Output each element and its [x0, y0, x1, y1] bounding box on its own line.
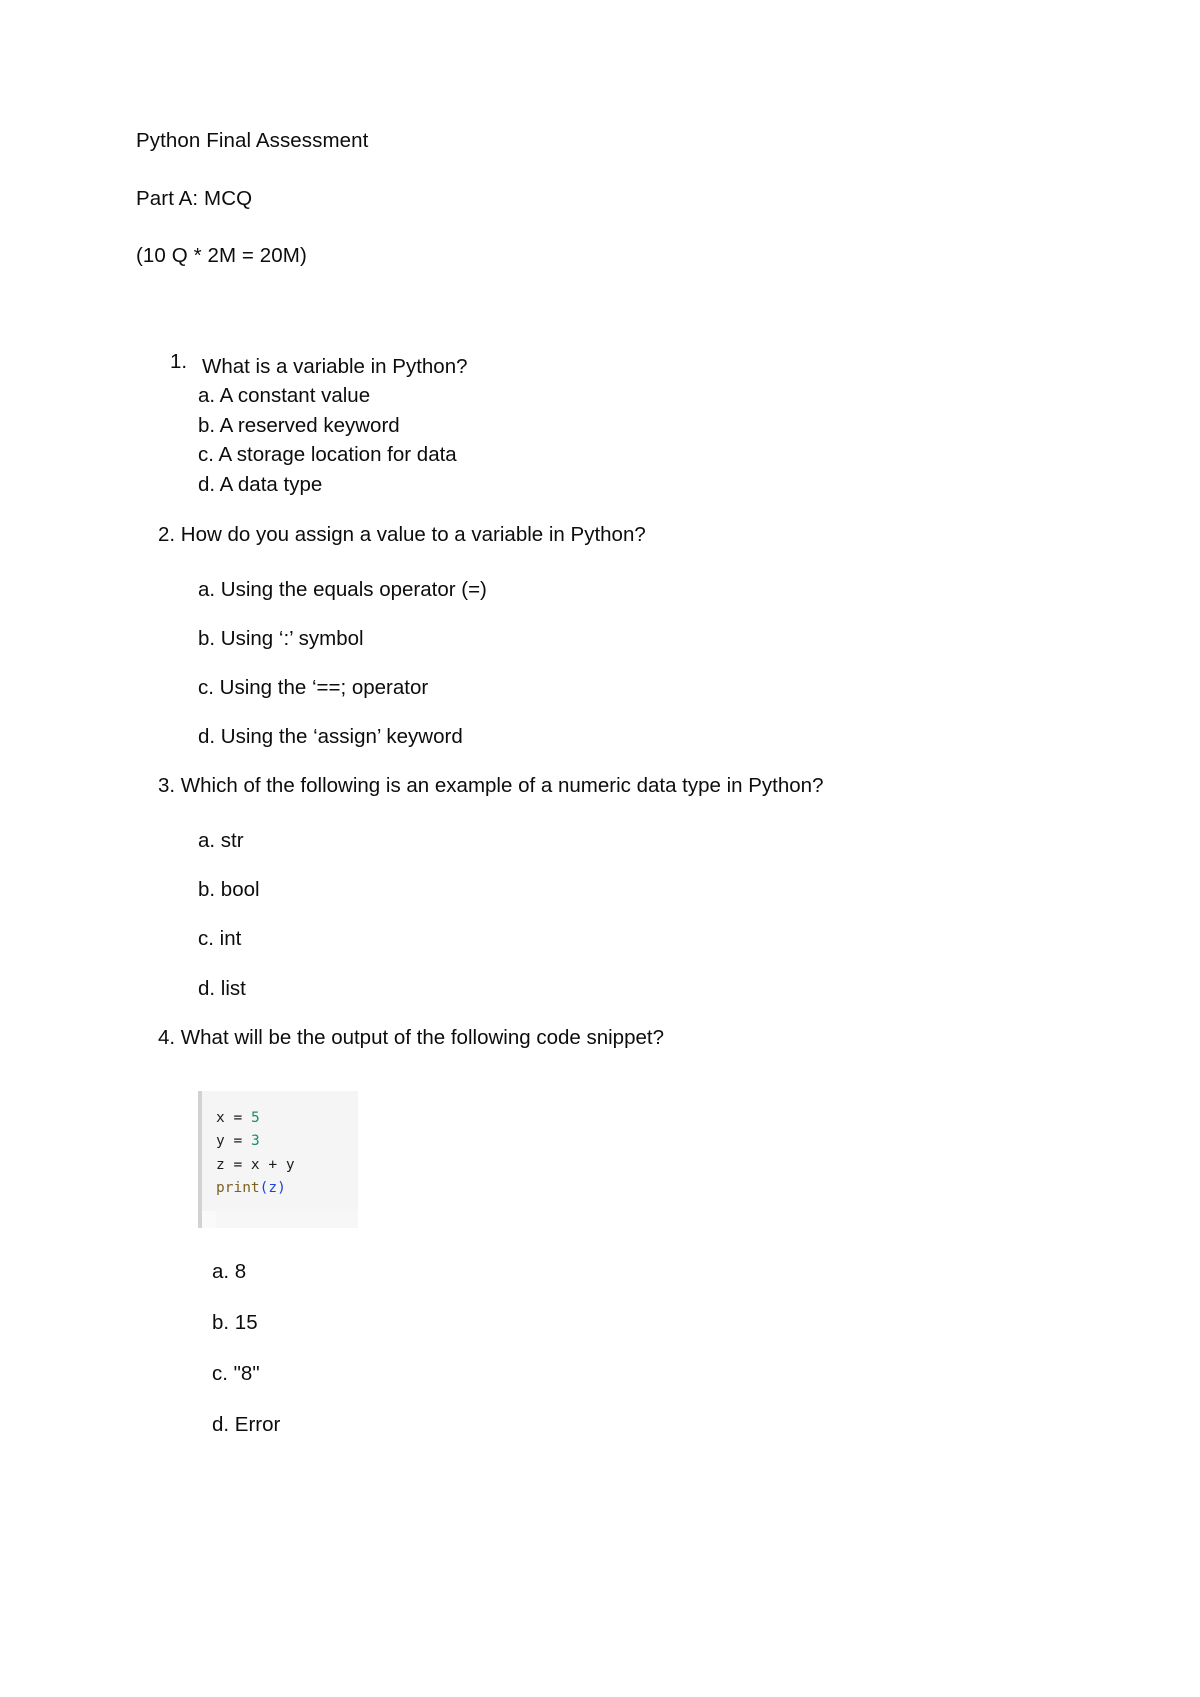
question-3-options: a. str b. bool c. int d. list [136, 805, 1060, 1001]
code-token-paren-close: ) [277, 1180, 286, 1197]
question-3-option-c: c. int [198, 927, 242, 951]
question-2-options: a. Using the equals operator (=) b. Usin… [136, 554, 1060, 750]
question-4-option-b: b. 15 [212, 1310, 258, 1334]
code-token-expression-z: z = x + y [216, 1156, 295, 1173]
code-token-assign-1: = [224, 1109, 251, 1126]
code-snippet: x = 5 y = 3 z = x + y print(z) [198, 1090, 358, 1228]
question-2-option-b: b. Using ‘:’ symbol [198, 627, 364, 651]
question-3-option-b: b. bool [198, 878, 260, 902]
question-2-block: 2. How do you assign a value to a variab… [136, 521, 1060, 750]
part-label: Part A: MCQ [136, 186, 253, 210]
code-token-number-5: 5 [250, 1109, 260, 1126]
code-snippet-footer [198, 1210, 358, 1228]
question-2-option-c: c. Using the ‘==; operator [198, 676, 429, 700]
question-4-option-c: c. "8" [212, 1361, 260, 1385]
code-snippet-body: x = 5 y = 3 z = x + y print(z) [198, 1090, 358, 1211]
document-body: Python Final Assessment Part A: MCQ (10 … [136, 129, 1060, 1438]
question-3-option-a: a. str [198, 829, 244, 853]
code-token-variable-y: y [216, 1133, 225, 1150]
code-token-argument-z: z [268, 1180, 278, 1197]
code-line-3: z = x + y [216, 1154, 346, 1177]
question-1-block: 1. What is a variable in Python? [136, 349, 1060, 382]
code-line-2: y = 3 [216, 1130, 346, 1153]
marks-line: (10 Q * 2M = 20M) [136, 244, 307, 267]
document-title: Python Final Assessment [136, 129, 369, 152]
code-token-number-3: 3 [250, 1133, 260, 1150]
question-1-text: What is a variable in Python? [202, 354, 468, 378]
question-2-option-d: d. Using the ‘assign’ keyword [198, 725, 463, 749]
question-1-option-b: b. A reserved keyword [198, 413, 400, 437]
question-3-option-d: d. list [198, 976, 246, 1000]
question-1-option-c: c. A storage location for data [198, 443, 457, 467]
code-token-function-print: print [216, 1180, 260, 1197]
question-4-option-a: a. 8 [212, 1259, 247, 1283]
question-2-option-a: a. Using the equals operator (=) [198, 578, 487, 602]
question-4-option-d: d. Error [212, 1412, 281, 1436]
question-1-options: a. A constant value b. A reserved keywor… [136, 381, 1060, 499]
question-3-block: 3. Which of the following is an example … [136, 772, 1060, 1001]
question-1-number: 1. [170, 349, 188, 373]
question-3-text: 3. Which of the following is an example … [158, 774, 824, 798]
question-1: 1. What is a variable in Python? [136, 349, 1060, 382]
question-2-text: 2. How do you assign a value to a variab… [158, 523, 646, 547]
code-token-variable-x: x [216, 1109, 225, 1126]
question-1-option-a: a. A constant value [198, 384, 371, 408]
document-page: Python Final Assessment Part A: MCQ (10 … [0, 0, 1200, 1697]
code-line-4: print(z) [216, 1177, 346, 1200]
question-4-text: 4. What will be the output of the follow… [158, 1025, 664, 1049]
question-1-option-d: d. A data type [198, 472, 323, 496]
code-token-assign-2: = [224, 1133, 251, 1150]
question-4-block: 4. What will be the output of the follow… [136, 1024, 1060, 1438]
question-4-options: a. 8 b. 15 c. "8" d. Error [136, 1234, 1060, 1438]
code-line-1: x = 5 [216, 1107, 346, 1130]
